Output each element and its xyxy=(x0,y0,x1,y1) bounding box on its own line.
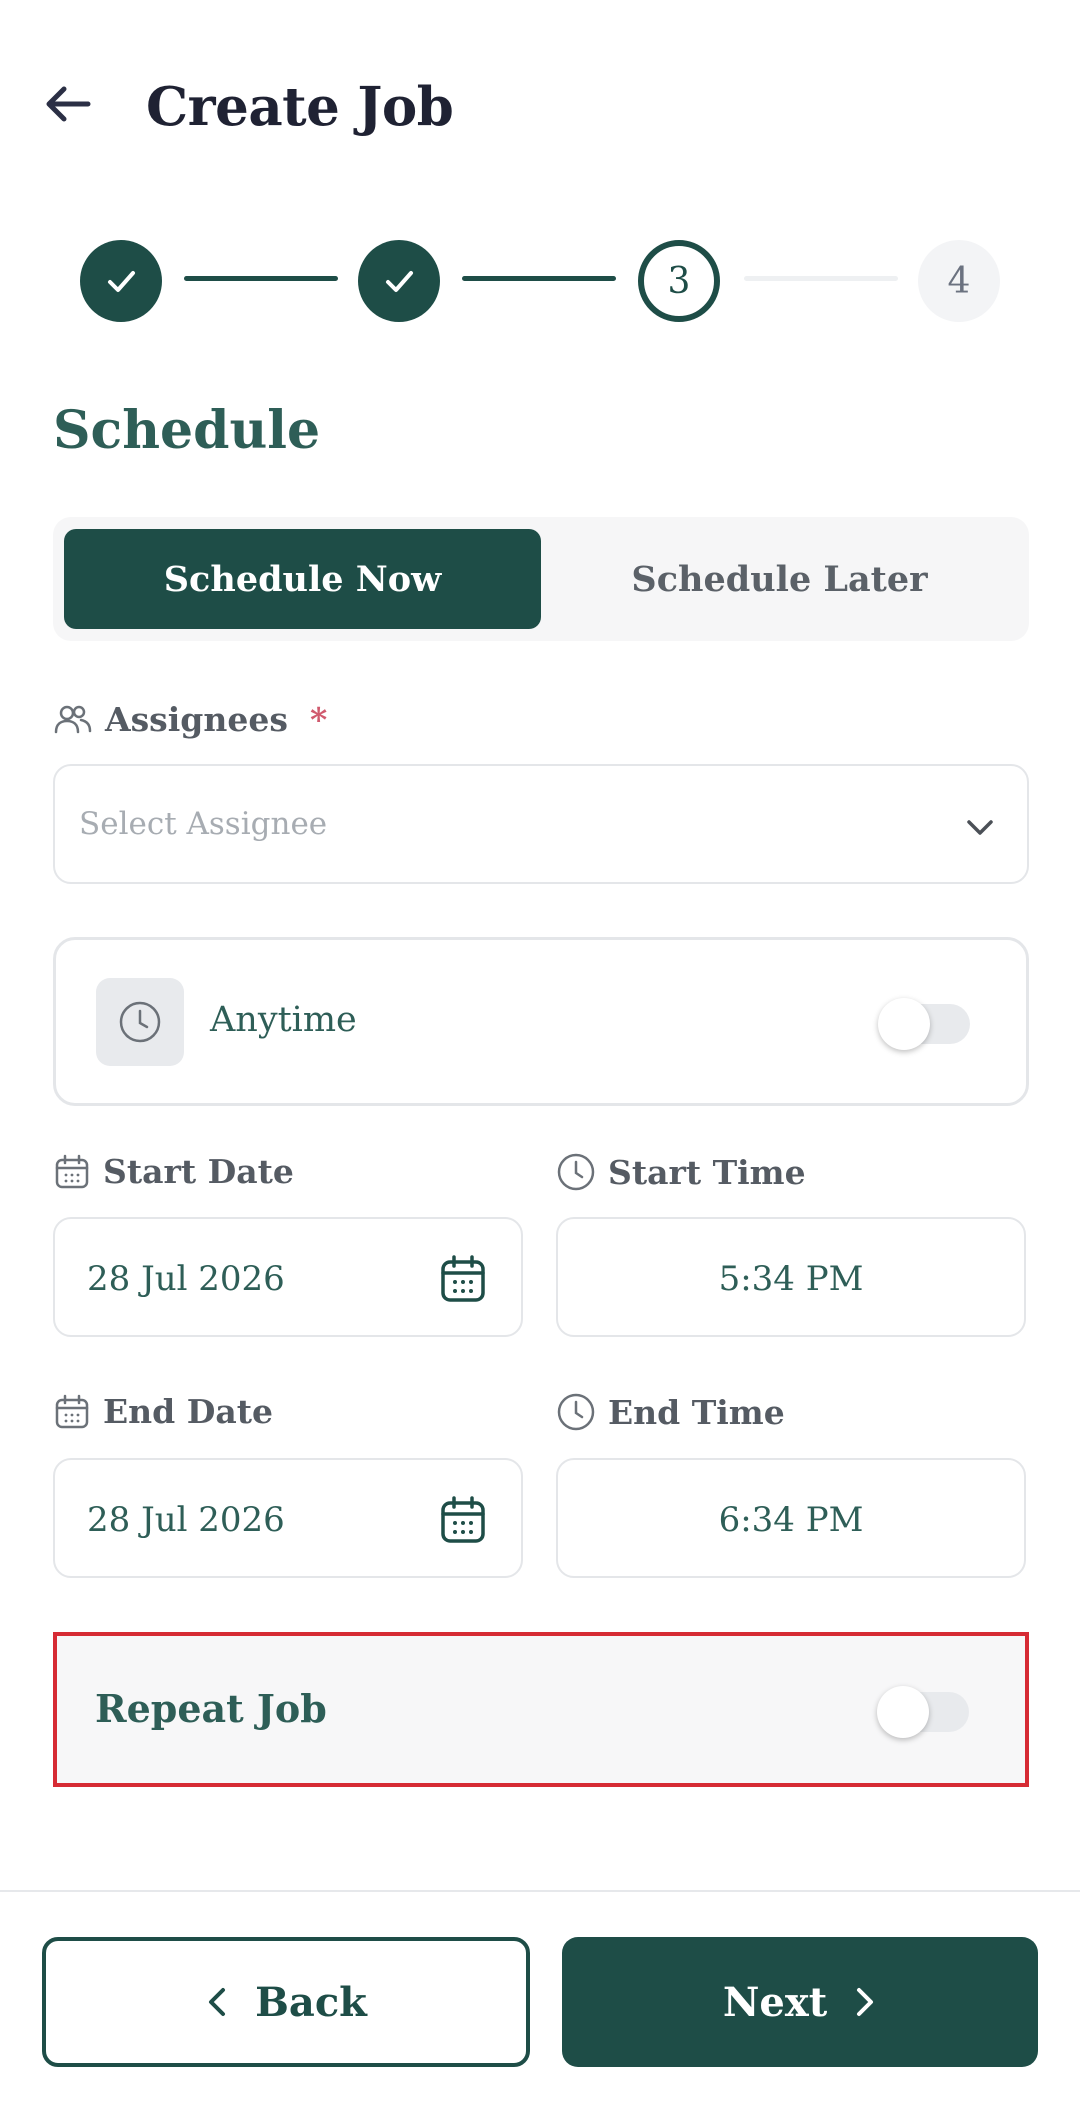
users-icon xyxy=(54,705,92,733)
step-connector-1 xyxy=(184,276,338,281)
anytime-label: Anytime xyxy=(210,1000,357,1040)
schedule-later-button[interactable]: Schedule Later xyxy=(541,529,1018,629)
next-button-label: Next xyxy=(722,1978,828,2026)
next-button[interactable]: Next xyxy=(562,1937,1038,2067)
calendar-icon xyxy=(55,1394,89,1428)
start-date-label-row: Start Date xyxy=(53,1152,294,1191)
anytime-clock-badge xyxy=(96,978,184,1066)
repeat-job-row: Repeat Job xyxy=(53,1632,1029,1787)
back-button[interactable]: Back xyxy=(42,1937,530,2067)
step-2-complete xyxy=(358,240,440,322)
assignees-label: Assignees xyxy=(105,700,288,739)
chevron-down-icon xyxy=(967,820,993,835)
start-date-label: Start Date xyxy=(103,1152,294,1191)
schedule-now-button[interactable]: Schedule Now xyxy=(64,529,541,629)
anytime-toggle[interactable] xyxy=(878,998,970,1050)
end-date-field[interactable]: 28 Jul 2026 xyxy=(53,1458,523,1578)
assignees-label-row: Assignees * xyxy=(53,700,327,739)
assignee-placeholder: Select Assignee xyxy=(79,806,328,842)
start-time-value: 5:34 PM xyxy=(718,1259,864,1299)
chevron-right-icon xyxy=(857,1988,874,2016)
end-time-value: 6:34 PM xyxy=(718,1500,864,1540)
back-arrow-icon[interactable] xyxy=(42,78,94,130)
clock-icon xyxy=(557,1393,595,1431)
end-time-label-row: End Time xyxy=(556,1392,785,1432)
section-title: Schedule xyxy=(53,400,321,461)
end-time-field[interactable]: 6:34 PM xyxy=(556,1458,1026,1578)
footer-divider xyxy=(0,1890,1080,1892)
clock-icon xyxy=(119,1001,161,1043)
clock-icon xyxy=(557,1153,595,1191)
end-date-label: End Date xyxy=(103,1392,273,1431)
chevron-left-icon xyxy=(209,1988,226,2016)
calendar-icon[interactable] xyxy=(439,1254,487,1304)
start-date-field[interactable]: 28 Jul 2026 xyxy=(53,1217,523,1337)
check-icon xyxy=(108,271,135,292)
toggle-knob xyxy=(877,1686,929,1738)
start-time-label: Start Time xyxy=(608,1152,806,1192)
required-asterisk: * xyxy=(309,700,328,739)
repeat-job-toggle[interactable] xyxy=(877,1686,969,1738)
repeat-job-label: Repeat Job xyxy=(95,1686,327,1731)
anytime-card: Anytime xyxy=(53,937,1029,1106)
start-date-value: 28 Jul 2026 xyxy=(87,1259,285,1299)
schedule-mode-toggle: Schedule Now Schedule Later xyxy=(53,517,1029,641)
back-button-label: Back xyxy=(255,1978,367,2026)
step-connector-3 xyxy=(744,276,898,281)
start-time-label-row: Start Time xyxy=(556,1152,806,1192)
end-date-value: 28 Jul 2026 xyxy=(87,1500,285,1540)
start-time-field[interactable]: 5:34 PM xyxy=(556,1217,1026,1337)
page-title: Create Job xyxy=(146,76,454,138)
step-connector-2 xyxy=(462,276,616,281)
calendar-icon[interactable] xyxy=(439,1495,487,1545)
toggle-knob xyxy=(878,998,930,1050)
step-1-complete xyxy=(80,240,162,322)
assignee-select[interactable]: Select Assignee xyxy=(53,764,1029,884)
end-time-label: End Time xyxy=(608,1392,785,1432)
step-3-current: 3 xyxy=(638,240,720,322)
end-date-label-row: End Date xyxy=(53,1392,273,1431)
step-4-upcoming: 4 xyxy=(918,240,1000,322)
check-icon xyxy=(386,271,413,292)
calendar-icon xyxy=(55,1154,89,1188)
